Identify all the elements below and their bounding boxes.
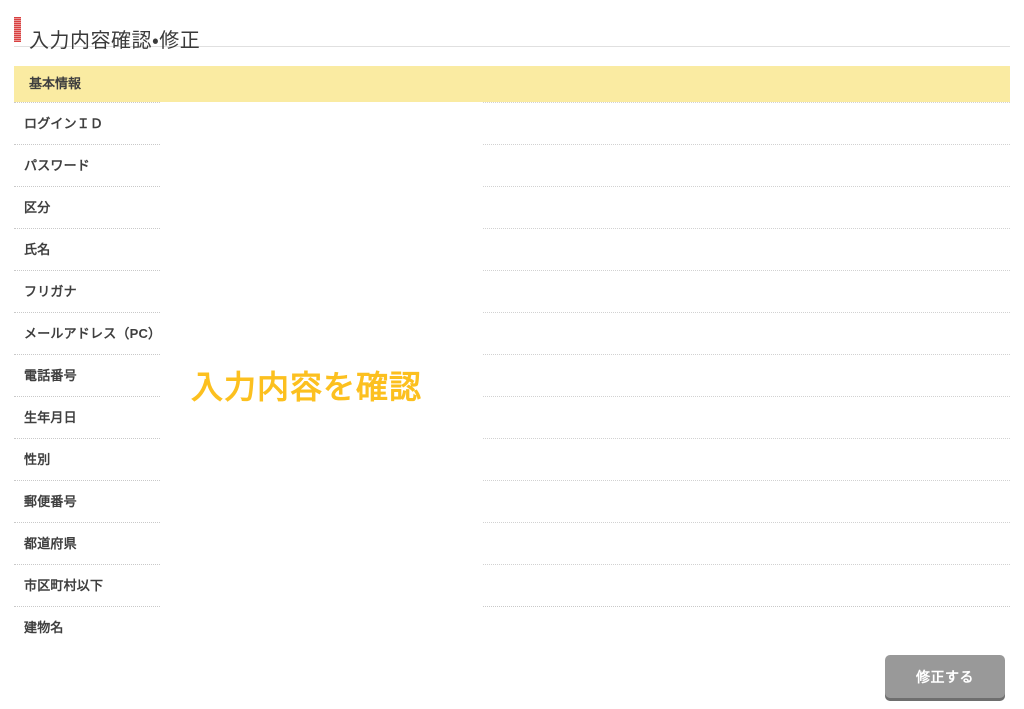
field-label-phone: 電話番号	[14, 354, 160, 396]
table-row: 郵便番号	[14, 480, 1010, 522]
table-row: パスワード	[14, 144, 1010, 186]
field-label-text: フリガナ	[24, 284, 77, 299]
field-value-city-and-below	[483, 564, 1010, 606]
field-value-email-pc	[483, 312, 1010, 354]
field-value-text	[483, 145, 1010, 158]
page-header: 入力内容確認・修正	[14, 14, 1010, 52]
field-value-building-name	[483, 606, 1010, 648]
field-label-text: パスワード	[24, 158, 91, 173]
field-label-category: 区分	[14, 186, 160, 228]
field-value-furigana	[483, 270, 1010, 312]
field-value-postal-code	[483, 480, 1010, 522]
table-row: メールアドレス（PC）	[14, 312, 1010, 354]
table-row: 電話番号	[14, 354, 1010, 396]
page-root: 入力内容確認・修正 基本情報 ログインＩＤ パスワード 区分 氏名 フリガナ メ…	[0, 0, 1024, 709]
field-value-text	[483, 103, 1010, 116]
field-label-postal-code: 郵便番号	[14, 480, 160, 522]
title-marker-icon	[14, 17, 21, 42]
field-label-text: 郵便番号	[24, 494, 77, 509]
field-label-building-name: 建物名	[14, 606, 160, 648]
field-value-text	[483, 607, 1010, 620]
section-header-label: 基本情報	[29, 76, 82, 91]
field-value-gender	[483, 438, 1010, 480]
field-label-birthdate: 生年月日	[14, 396, 160, 438]
field-label-furigana: フリガナ	[14, 270, 160, 312]
field-value-text	[483, 229, 1010, 242]
table-row: フリガナ	[14, 270, 1010, 312]
field-label-text: メールアドレス（PC）	[24, 326, 160, 341]
field-label-text: 電話番号	[24, 368, 77, 383]
edit-button[interactable]: 修正する	[885, 655, 1005, 698]
field-label-name: 氏名	[14, 228, 160, 270]
field-value-text	[483, 481, 1010, 494]
field-label-text: 建物名	[24, 620, 64, 635]
field-label-prefecture: 都道府県	[14, 522, 160, 564]
field-value-password	[483, 144, 1010, 186]
table-row: 都道府県	[14, 522, 1010, 564]
field-label-text: 市区町村以下	[24, 578, 104, 593]
field-label-text: 生年月日	[24, 410, 77, 425]
field-value-name	[483, 228, 1010, 270]
field-label-text: 氏名	[24, 242, 51, 257]
field-label-text: 都道府県	[24, 536, 77, 551]
field-value-text	[483, 439, 1010, 452]
table-row: 市区町村以下	[14, 564, 1010, 606]
field-value-text	[483, 355, 1010, 368]
field-label-text: 区分	[24, 200, 51, 215]
table-row: 氏名	[14, 228, 1010, 270]
table-row: 建物名	[14, 606, 1010, 648]
field-label-city-and-below: 市区町村以下	[14, 564, 160, 606]
field-value-text	[483, 271, 1010, 284]
field-value-text	[483, 187, 1010, 200]
field-value-text	[483, 397, 1010, 410]
table-row: ログインＩＤ	[14, 102, 1010, 144]
field-label-password: パスワード	[14, 144, 160, 186]
field-value-category	[483, 186, 1010, 228]
field-value-birthdate	[483, 396, 1010, 438]
field-label-text: 性別	[24, 452, 51, 467]
field-label-login-id: ログインＩＤ	[14, 102, 160, 144]
field-value-phone	[483, 354, 1010, 396]
field-label-email-pc: メールアドレス（PC）	[14, 312, 160, 354]
table-row: 生年月日	[14, 396, 1010, 438]
field-label-text: ログインＩＤ	[24, 116, 104, 131]
field-value-text	[483, 565, 1010, 578]
page-title: 入力内容確認・修正	[29, 30, 201, 53]
field-value-login-id	[483, 102, 1010, 144]
field-value-text	[483, 523, 1010, 536]
field-value-prefecture	[483, 522, 1010, 564]
table-row: 区分	[14, 186, 1010, 228]
confirmation-field-table: ログインＩＤ パスワード 区分 氏名 フリガナ メールアドレス（PC） 電話番号…	[14, 102, 1010, 648]
form-action-bar: 修正する	[14, 652, 1010, 702]
field-value-text	[483, 313, 1010, 326]
section-header-basic-info: 基本情報	[14, 66, 1010, 102]
field-label-gender: 性別	[14, 438, 160, 480]
table-row: 性別	[14, 438, 1010, 480]
